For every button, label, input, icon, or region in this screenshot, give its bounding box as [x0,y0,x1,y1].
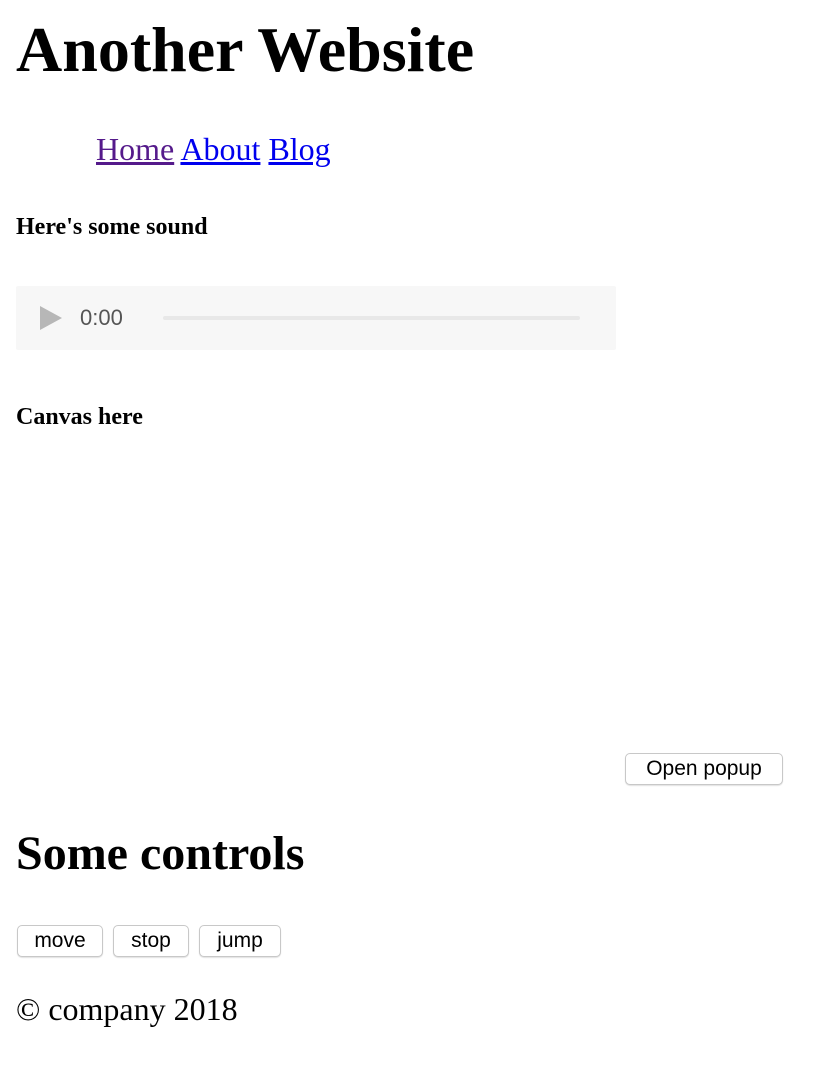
canvas-section-label: Canvas here [16,404,143,430]
controls-title: Some controls [16,827,305,880]
main-nav: Home About Blog [96,130,331,168]
canvas[interactable] [16,445,616,745]
page: Another Website Home About Blog Here's s… [16,0,822,1066]
audio-player[interactable]: 0:00 [16,286,616,350]
nav-link-about[interactable]: About [180,131,260,167]
jump-button[interactable]: jump [199,925,281,957]
audio-seek-bar[interactable] [163,316,580,320]
move-button[interactable]: move [17,925,103,957]
footer-copyright: © company 2018 [16,991,238,1027]
site-title: Another Website [16,14,475,85]
nav-link-home[interactable]: Home [96,131,174,167]
sound-section-label: Here's some sound [16,214,208,240]
play-icon[interactable] [40,306,62,330]
audio-time: 0:00 [80,305,123,330]
stop-button[interactable]: stop [113,925,189,957]
nav-link-blog[interactable]: Blog [268,131,330,167]
open-popup-button[interactable]: Open popup [625,753,783,785]
